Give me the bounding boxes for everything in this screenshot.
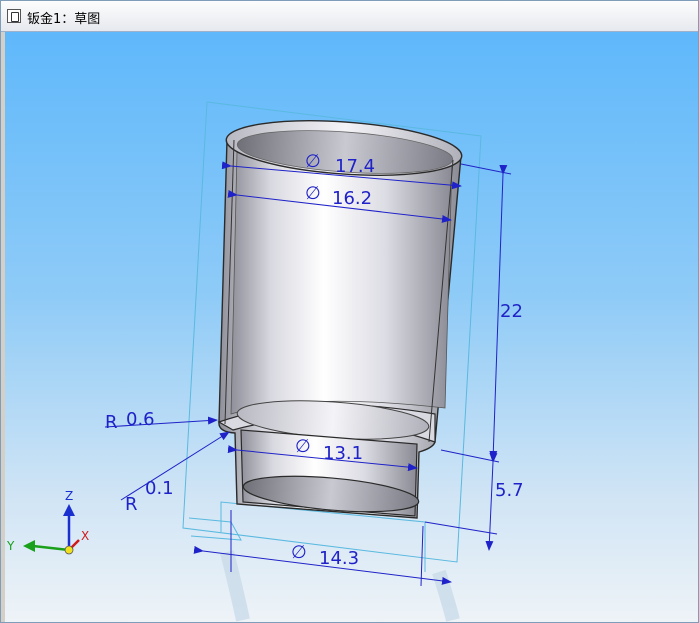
dim-height-lower[interactable]: 5.7	[495, 480, 524, 501]
y-axis-label: Y	[6, 539, 15, 553]
radius-prefix-2: R	[125, 494, 138, 515]
axis-triad: Z Y X	[6, 489, 89, 555]
diameter-symbol-4: ∅	[291, 542, 307, 563]
diameter-symbol-3: ∅	[295, 436, 311, 457]
diameter-symbol-1: ∅	[305, 151, 321, 172]
3d-viewport[interactable]: ∅ 17.4 ∅ 16.2 22 R 0.6 0.1 R ∅ 13.1 5.7 …	[5, 32, 698, 622]
dim-neck-diameter[interactable]: 13.1	[323, 443, 363, 464]
dim-height-upper[interactable]: 22	[500, 301, 523, 322]
dim-inner-diameter[interactable]: 16.2	[332, 188, 372, 209]
window-title: 钣金1：草图	[27, 12, 101, 27]
diameter-symbol-2: ∅	[305, 183, 321, 204]
z-axis-label: Z	[65, 489, 73, 503]
document-icon	[7, 9, 21, 23]
title-bar[interactable]: 钣金1：草图	[1, 1, 698, 32]
model-scene[interactable]: ∅ 17.4 ∅ 16.2 22 R 0.6 0.1 R ∅ 13.1 5.7 …	[5, 32, 698, 622]
dim-radius-outer[interactable]: 0.6	[126, 409, 155, 430]
dim-radius-inner[interactable]: 0.1	[145, 478, 174, 499]
sheetmetal-window: 钣金1：草图 ∅ 17.4 ∅ 16.2 22 R 0.6 0.1 R ∅ 13…	[0, 0, 699, 623]
dim-bottom-diameter[interactable]: 14.3	[319, 548, 359, 569]
radius-prefix-1: R	[105, 412, 118, 433]
dim-outer-diameter[interactable]: 17.4	[335, 156, 375, 177]
x-axis-label: X	[81, 529, 89, 543]
